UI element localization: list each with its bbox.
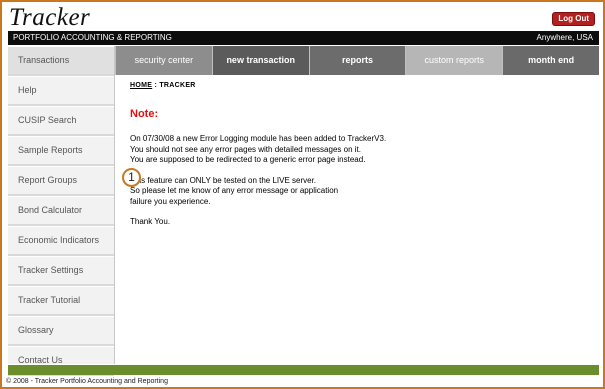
top-nav: security center new transaction reports …	[115, 46, 599, 75]
note-title: Note:	[130, 108, 159, 120]
breadcrumb-home-link[interactable]: HOME	[130, 82, 152, 89]
breadcrumb: HOME : TRACKER	[130, 82, 590, 89]
header-bar: PORTFOLIO ACCOUNTING & REPORTING Anywher…	[8, 31, 599, 45]
sidebar-item-sample-reports[interactable]: Sample Reports	[8, 136, 114, 166]
message-line: This feature can ONLY be tested on the L…	[130, 175, 317, 185]
message-line: You are supposed to be redirected to a g…	[130, 155, 366, 164]
callout-marker: 1	[122, 168, 141, 187]
sidebar-item-bond-calculator[interactable]: Bond Calculator	[8, 196, 114, 226]
sidebar-item-economic-indicators[interactable]: Economic Indicators	[8, 226, 114, 256]
tab-month-end[interactable]: month end	[502, 46, 599, 75]
logout-button[interactable]: Log Out	[552, 12, 595, 26]
tab-security-center[interactable]: security center	[115, 46, 212, 75]
tab-custom-reports[interactable]: custom reports	[405, 46, 503, 75]
footer-accent-bar	[8, 365, 599, 375]
main-content: HOME : TRACKER Note: On 07/30/08 a new E…	[130, 82, 590, 228]
tab-new-transaction[interactable]: new transaction	[211, 46, 309, 75]
sidebar-item-transactions[interactable]: Transactions	[8, 46, 114, 76]
sidebar-item-tracker-settings[interactable]: Tracker Settings	[8, 256, 114, 286]
message-line: You should not see any error pages with …	[130, 144, 361, 154]
sidebar-item-cusip-search[interactable]: CUSIP Search	[8, 106, 114, 136]
sidebar-item-report-groups[interactable]: Report Groups	[8, 166, 114, 196]
sidebar: Transactions Help CUSIP Search Sample Re…	[8, 46, 115, 376]
message-body: On 07/30/08 a new Error Logging module h…	[130, 134, 590, 228]
message-line: failure you experience.	[130, 196, 211, 206]
message-line: So please let me know of any error messa…	[130, 186, 339, 195]
message-line: On 07/30/08 a new Error Logging module h…	[130, 134, 387, 143]
footer-copyright: © 2008 - Tracker Portfolio Accounting an…	[6, 378, 168, 385]
header-subtitle: PORTFOLIO ACCOUNTING & REPORTING	[13, 33, 172, 42]
sidebar-item-glossary[interactable]: Glossary	[8, 316, 114, 346]
thank-you-text: Thank You.	[130, 217, 171, 226]
sidebar-item-help[interactable]: Help	[8, 76, 114, 106]
breadcrumb-current: TRACKER	[159, 82, 196, 89]
tracker-logo: Tracker	[9, 4, 91, 31]
app-frame: Tracker Log Out PORTFOLIO ACCOUNTING & R…	[0, 0, 605, 389]
tab-reports[interactable]: reports	[308, 46, 406, 75]
sidebar-item-tracker-tutorial[interactable]: Tracker Tutorial	[8, 286, 114, 316]
header-location: Anywhere, USA	[536, 33, 593, 42]
